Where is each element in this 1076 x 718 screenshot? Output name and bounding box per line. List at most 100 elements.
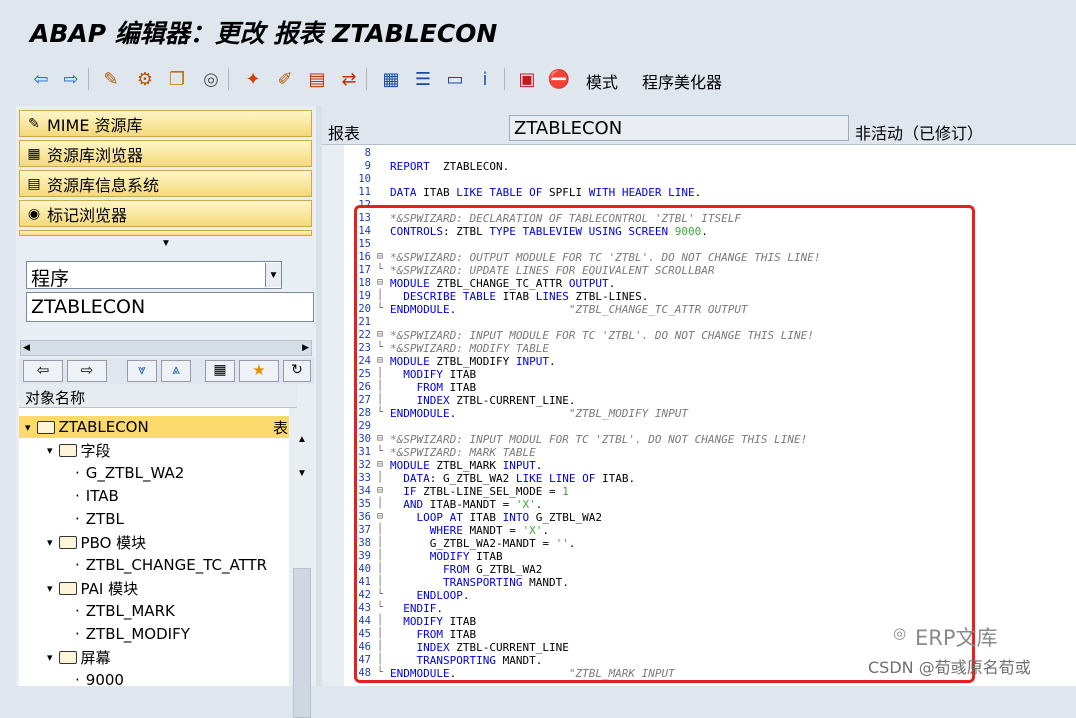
bullet-icon: ·: [75, 487, 80, 505]
check-icon[interactable]: ◎: [198, 66, 224, 92]
pretty-printer-icon[interactable]: ☰: [410, 66, 436, 92]
nav-button-partial[interactable]: [19, 230, 312, 236]
pretty-printer-button[interactable]: 程序美化器: [642, 69, 722, 93]
mime-repo-icon: ✎: [28, 115, 40, 132]
toolbar-separator: [504, 68, 505, 90]
tree-vertical-scrollbar[interactable]: ▲ ▼: [290, 408, 314, 718]
line-number: 8: [364, 147, 371, 159]
hierarchy-icon[interactable]: ▦: [205, 360, 235, 382]
favorites-icon[interactable]: ★: [239, 360, 279, 382]
tree-scroll-up-icon[interactable]: ▲: [290, 434, 314, 454]
repo-browser-icon: ▦: [27, 145, 41, 162]
code-line: DATA ITAB LIKE TABLE OF SPFLI WITH HEADE…: [390, 186, 702, 199]
code-line: REPORT ZTABLECON.: [390, 160, 510, 173]
toolbar-separator: [366, 68, 367, 90]
display-object-list-icon[interactable]: ▭: [442, 66, 468, 92]
scroll-right-icon[interactable]: ▶: [302, 342, 309, 353]
pattern-button[interactable]: 模式: [586, 69, 618, 93]
folder-icon: [36, 420, 55, 434]
title-bar: ABAP 编辑器：更改 报表 ZTABLECON: [0, 0, 1076, 58]
display-change-icon[interactable]: ✎: [98, 66, 124, 92]
where-used-icon[interactable]: ▤: [304, 66, 330, 92]
test-icon[interactable]: ✐: [272, 66, 298, 92]
expand-toggle-icon[interactable]: ▾: [25, 421, 31, 434]
tree-node-label: 字段: [80, 441, 111, 460]
object-type-select[interactable]: 程序: [26, 261, 282, 290]
tree-node-label: G_ZTBL_WA2: [85, 464, 185, 482]
nav-button-3[interactable]: ▤ 资源库信息系统: [19, 170, 312, 197]
expand-toggle-icon[interactable]: ▾: [47, 582, 53, 595]
stop-breakpoint-icon[interactable]: ⛔: [546, 66, 572, 92]
repo-info-icon: ▤: [27, 175, 41, 192]
tree-folder-row[interactable]: ▾ PAI 模块: [19, 577, 289, 599]
object-navigator-pane: ✎ MIME 资源库 ▦ 资源库浏览器 ▤ 资源库信息系统 ◉ 标记浏览器 ▼ 程序 ▼ ZT…: [16, 106, 316, 718]
info-icon[interactable]: i: [472, 66, 498, 92]
nav-button-2[interactable]: ▦ 资源库浏览器: [19, 140, 312, 167]
tree-back-icon[interactable]: ⇦: [23, 360, 63, 382]
object-name-input[interactable]: ZTABLECON: [26, 292, 314, 322]
tree-folder-row[interactable]: ▾ ZTABLECON 表: [19, 416, 289, 438]
nav-button-4[interactable]: ◉ 标记浏览器: [19, 200, 312, 227]
object-type-label: 报表: [328, 124, 361, 143]
tree-node-label: PBO 模块: [80, 533, 147, 552]
collapse-all-icon[interactable]: ⩓: [161, 360, 191, 382]
refresh-icon[interactable]: ↻: [283, 360, 311, 382]
tree-leaf-row[interactable]: · G_ZTBL_WA2: [19, 462, 289, 484]
tree-scroll-thumb[interactable]: [293, 568, 311, 718]
activate-icon[interactable]: ✦: [240, 66, 266, 92]
tree-forward-icon[interactable]: ⇨: [67, 360, 107, 382]
tree-header-label: 对象名称: [25, 389, 86, 407]
folder-icon: [58, 443, 77, 457]
watermark-brand: ERP文库: [915, 626, 998, 650]
tree-folder-row[interactable]: ▾ PBO 模块: [19, 531, 289, 553]
tree-header: 对象名称: [19, 384, 297, 408]
nav-button-label: 资源库浏览器: [47, 145, 144, 165]
tree-leaf-row[interactable]: · 9000: [19, 669, 289, 686]
folder-icon: [58, 535, 77, 549]
program-name-field[interactable]: ZTABLECON: [509, 115, 849, 141]
bullet-icon: ·: [75, 602, 80, 620]
tree-node-label: ZTBL: [85, 510, 124, 528]
forward-icon[interactable]: ⇨: [58, 66, 84, 92]
tree-scroll-down-icon[interactable]: ▼: [290, 468, 314, 488]
application-toolbar: ⇦ ⇨ ✎ ⚙ ❐ ◎ ✦ ✐ ▤ ⇄ ▦ ☰ ▭ i ▣ ⛔ 模式 程序美化器: [0, 58, 1076, 102]
nav-button-label: MIME 资源库: [47, 115, 143, 135]
tree-leaf-row[interactable]: · ZTBL_MARK: [19, 600, 289, 622]
line-number: 9: [364, 160, 371, 172]
tree-folder-row[interactable]: ▾ 字段: [19, 439, 289, 461]
expand-toggle-icon[interactable]: ▾: [47, 536, 53, 549]
line-number: 11: [358, 186, 371, 198]
tree-leaf-row[interactable]: · ZTBL: [19, 508, 289, 530]
bullet-icon: ·: [75, 556, 80, 574]
active-inactive-icon[interactable]: ⚙: [132, 66, 158, 92]
tree-folder-row[interactable]: ▾ 屏幕: [19, 646, 289, 668]
bullet-icon: ·: [75, 464, 80, 482]
set-breakpoint-icon[interactable]: ▣: [514, 66, 540, 92]
object-list-icon[interactable]: ▦: [378, 66, 404, 92]
tree-node-type: 表: [273, 418, 289, 437]
tree-toolbar: ⇦ ⇨ ⩔ ⩓ ▦ ★ ↻: [19, 358, 314, 384]
tree-node-label: PAI 模块: [80, 579, 139, 598]
tree-leaf-row[interactable]: · ZTBL_MODIFY: [19, 623, 289, 645]
tree-node-label: ITAB: [85, 487, 119, 505]
wechat-icon: ◎: [893, 624, 907, 642]
horizontal-scrollbar[interactable]: ◀ ▶: [20, 340, 312, 356]
expand-toggle-icon[interactable]: ▾: [47, 651, 53, 664]
tree-node-label: ZTBL_MARK: [85, 602, 175, 620]
nav-button-1[interactable]: ✎ MIME 资源库: [19, 110, 312, 137]
dropdown-arrow-icon[interactable]: ▼: [265, 263, 281, 287]
collapse-arrow-icon[interactable]: ▼: [161, 238, 171, 249]
scroll-left-icon[interactable]: ◀: [23, 342, 30, 353]
highlight-box: [354, 205, 975, 683]
expand-all-icon[interactable]: ⩔: [127, 360, 157, 382]
tree-leaf-row[interactable]: · ZTBL_CHANGE_TC_ATTR: [19, 554, 289, 576]
tree-node-label: 9000: [85, 671, 124, 686]
back-icon[interactable]: ⇦: [28, 66, 54, 92]
expand-toggle-icon[interactable]: ▾: [47, 444, 53, 457]
tree-leaf-row[interactable]: · ITAB: [19, 485, 289, 507]
navigate-icon[interactable]: ⇄: [336, 66, 362, 92]
other-object-icon[interactable]: ❐: [164, 66, 190, 92]
tree-node-label: ZTABLECON: [58, 418, 149, 436]
editor-left-gutter: [322, 145, 344, 686]
toolbar-separator: [228, 68, 229, 90]
